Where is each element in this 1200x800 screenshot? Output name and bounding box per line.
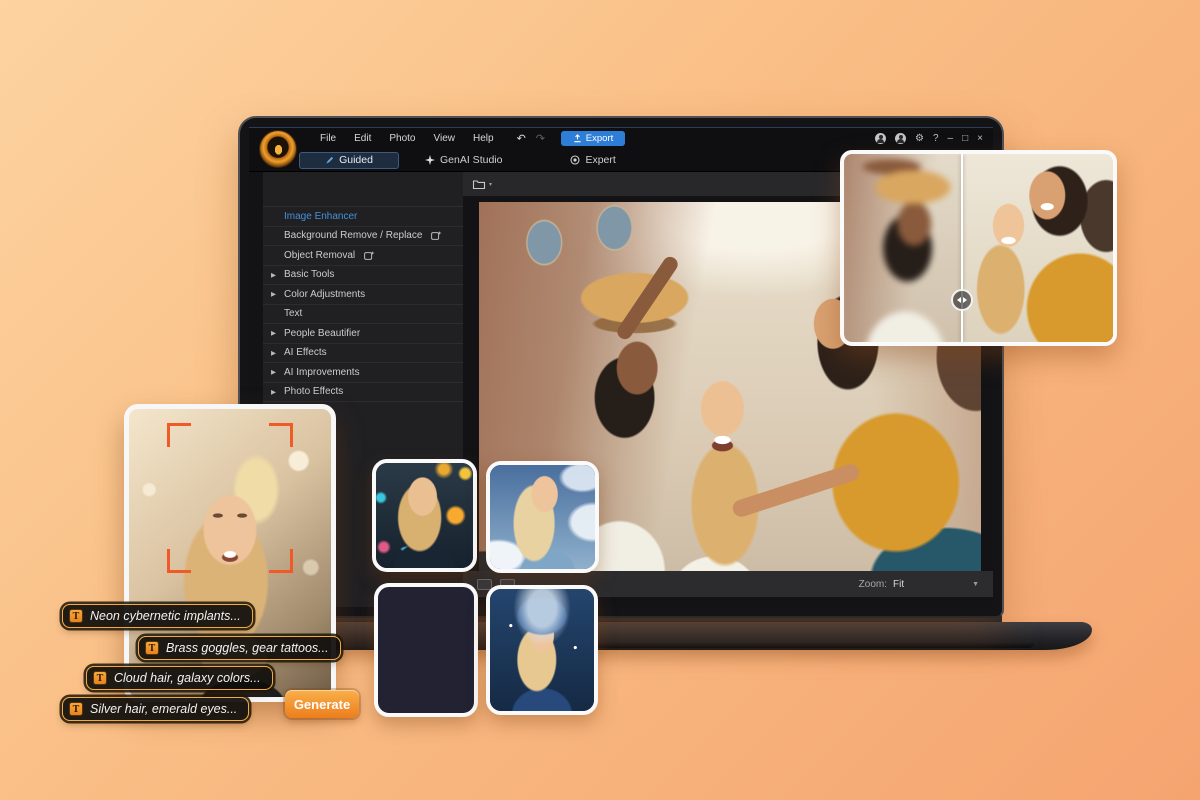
ai-edit-icon (364, 251, 375, 260)
zoom-dropdown[interactable]: Fit ▼ (893, 579, 979, 590)
app-logo-icon (259, 130, 297, 168)
maximize-icon[interactable]: □ (962, 134, 968, 144)
sidebar-item-text[interactable]: Text (263, 305, 463, 325)
sidebar-item-basic-tools[interactable]: ▶ Basic Tools (263, 266, 463, 286)
ai-edit-icon (431, 231, 442, 240)
redo-icon[interactable]: ↷ (536, 132, 545, 145)
menu-items: File Edit Photo View Help (311, 133, 503, 144)
prompt-chip-4[interactable]: T Silver hair, emerald eyes... (62, 697, 249, 721)
tab-guided[interactable]: Guided (299, 152, 399, 169)
tab-genai-studio[interactable]: GenAI Studio (425, 154, 502, 166)
user-avatar-icon[interactable] (875, 133, 886, 144)
sidebar-item-label: Basic Tools (284, 269, 334, 280)
menu-help[interactable]: Help (464, 133, 503, 144)
sidebar-item-ai-effects[interactable]: ▶ AI Effects (263, 344, 463, 364)
sidebar-item-photo-effects[interactable]: ▶ Photo Effects (263, 383, 463, 403)
sidebar-item-label: AI Improvements (284, 367, 360, 378)
text-prompt-icon: T (69, 702, 83, 716)
prompt-chip-1[interactable]: T Neon cybernetic implants... (62, 604, 253, 628)
view-single-icon[interactable] (477, 579, 492, 590)
sidebar-item-object-removal[interactable]: Object Removal (263, 246, 463, 266)
tab-expert-label: Expert (585, 154, 615, 166)
before-side (844, 154, 962, 342)
sidebar-item-label: Background Remove / Replace (284, 230, 422, 241)
generated-thumbnail-clouds[interactable] (486, 461, 599, 573)
sparkle-icon (425, 155, 435, 165)
generate-label: Generate (294, 697, 350, 712)
expand-caret-icon: ▶ (271, 368, 279, 376)
text-prompt-icon: T (69, 609, 83, 623)
before-after-card (840, 150, 1117, 346)
window-controls: ⚙ ? – □ × (875, 133, 983, 144)
sidebar-item-label: Image Enhancer (284, 211, 357, 222)
tab-genai-label: GenAI Studio (440, 154, 502, 166)
compare-divider (961, 154, 963, 342)
zoom-label: Zoom: (859, 579, 887, 590)
tab-guided-label: Guided (339, 154, 373, 166)
undo-icon[interactable]: ↶ (517, 132, 526, 145)
minimize-icon[interactable]: – (948, 134, 954, 144)
folder-caret-icon[interactable]: ▾ (489, 181, 492, 188)
settings-gear-icon[interactable]: ⚙ (915, 134, 924, 144)
help-icon[interactable]: ? (933, 134, 939, 144)
folder-icon[interactable] (472, 178, 486, 190)
sign-in-icon[interactable] (895, 133, 906, 144)
sidebar-item-label: Photo Effects (284, 386, 343, 397)
photo-figure-arm (731, 462, 862, 519)
face-bracket-bottom-left (167, 549, 191, 573)
sidebar-item-ai-improvements[interactable]: ▶ AI Improvements (263, 363, 463, 383)
menu-bar: File Edit Photo View Help ↶ ↷ Export ⚙ (249, 128, 993, 149)
text-prompt-icon: T (93, 671, 107, 685)
arrow-right-icon (963, 297, 967, 303)
prompt-chip-3[interactable]: T Cloud hair, galaxy colors... (86, 666, 273, 690)
text-prompt-icon: T (145, 641, 159, 655)
history-controls: ↶ ↷ (517, 132, 545, 145)
generated-thumbnail-blue-hood[interactable] (486, 585, 598, 715)
expand-caret-icon: ▶ (271, 349, 279, 357)
menu-view[interactable]: View (425, 133, 465, 144)
prompt-chip-2[interactable]: T Brass goggles, gear tattoos... (138, 636, 341, 660)
arrow-left-icon (957, 297, 961, 303)
export-icon (573, 134, 582, 143)
face-bracket-bottom-right (269, 549, 293, 573)
generated-thumbnail-emerald[interactable] (374, 583, 478, 717)
prompt-text: Neon cybernetic implants... (90, 609, 241, 623)
sidebar-item-label: AI Effects (284, 347, 327, 358)
generate-button[interactable]: Generate (285, 690, 359, 718)
sidebar-header (263, 172, 463, 207)
expert-badge-icon (570, 155, 580, 165)
menu-photo[interactable]: Photo (380, 133, 424, 144)
sidebar-item-label: Object Removal (284, 250, 355, 261)
zoom-value: Fit (893, 579, 904, 590)
export-label: Export (586, 133, 613, 144)
photo-figure-arm (614, 254, 680, 342)
face-bracket-top-left (167, 423, 191, 447)
expand-caret-icon: ▶ (271, 329, 279, 337)
sidebar-item-background-remove[interactable]: Background Remove / Replace (263, 227, 463, 247)
close-icon[interactable]: × (977, 134, 983, 144)
prompt-text: Brass goggles, gear tattoos... (166, 641, 329, 655)
pencil-icon (325, 156, 334, 165)
sidebar-item-image-enhancer[interactable]: Image Enhancer (263, 207, 463, 227)
sidebar-item-color-adjustments[interactable]: ▶ Color Adjustments (263, 285, 463, 305)
sidebar-item-people-beautifier[interactable]: ▶ People Beautifier (263, 324, 463, 344)
face-bracket-top-right (269, 423, 293, 447)
after-side (962, 154, 1113, 342)
tab-expert[interactable]: Expert (570, 154, 615, 166)
sidebar-item-label: People Beautifier (284, 328, 360, 339)
expand-caret-icon: ▶ (271, 290, 279, 298)
expand-caret-icon: ▶ (271, 388, 279, 396)
export-button[interactable]: Export (561, 131, 625, 146)
generated-thumbnail-cyberpunk[interactable] (372, 459, 477, 572)
expand-caret-icon: ▶ (271, 271, 279, 279)
menu-file[interactable]: File (311, 133, 345, 144)
menu-edit[interactable]: Edit (345, 133, 380, 144)
prompt-text: Cloud hair, galaxy colors... (114, 671, 261, 685)
sidebar-item-label: Color Adjustments (284, 289, 365, 300)
chevron-down-icon: ▼ (972, 581, 979, 588)
prompt-text: Silver hair, emerald eyes... (90, 702, 237, 716)
sidebar-item-label: Text (284, 308, 302, 319)
zoom-control: Zoom: Fit ▼ (859, 579, 979, 590)
